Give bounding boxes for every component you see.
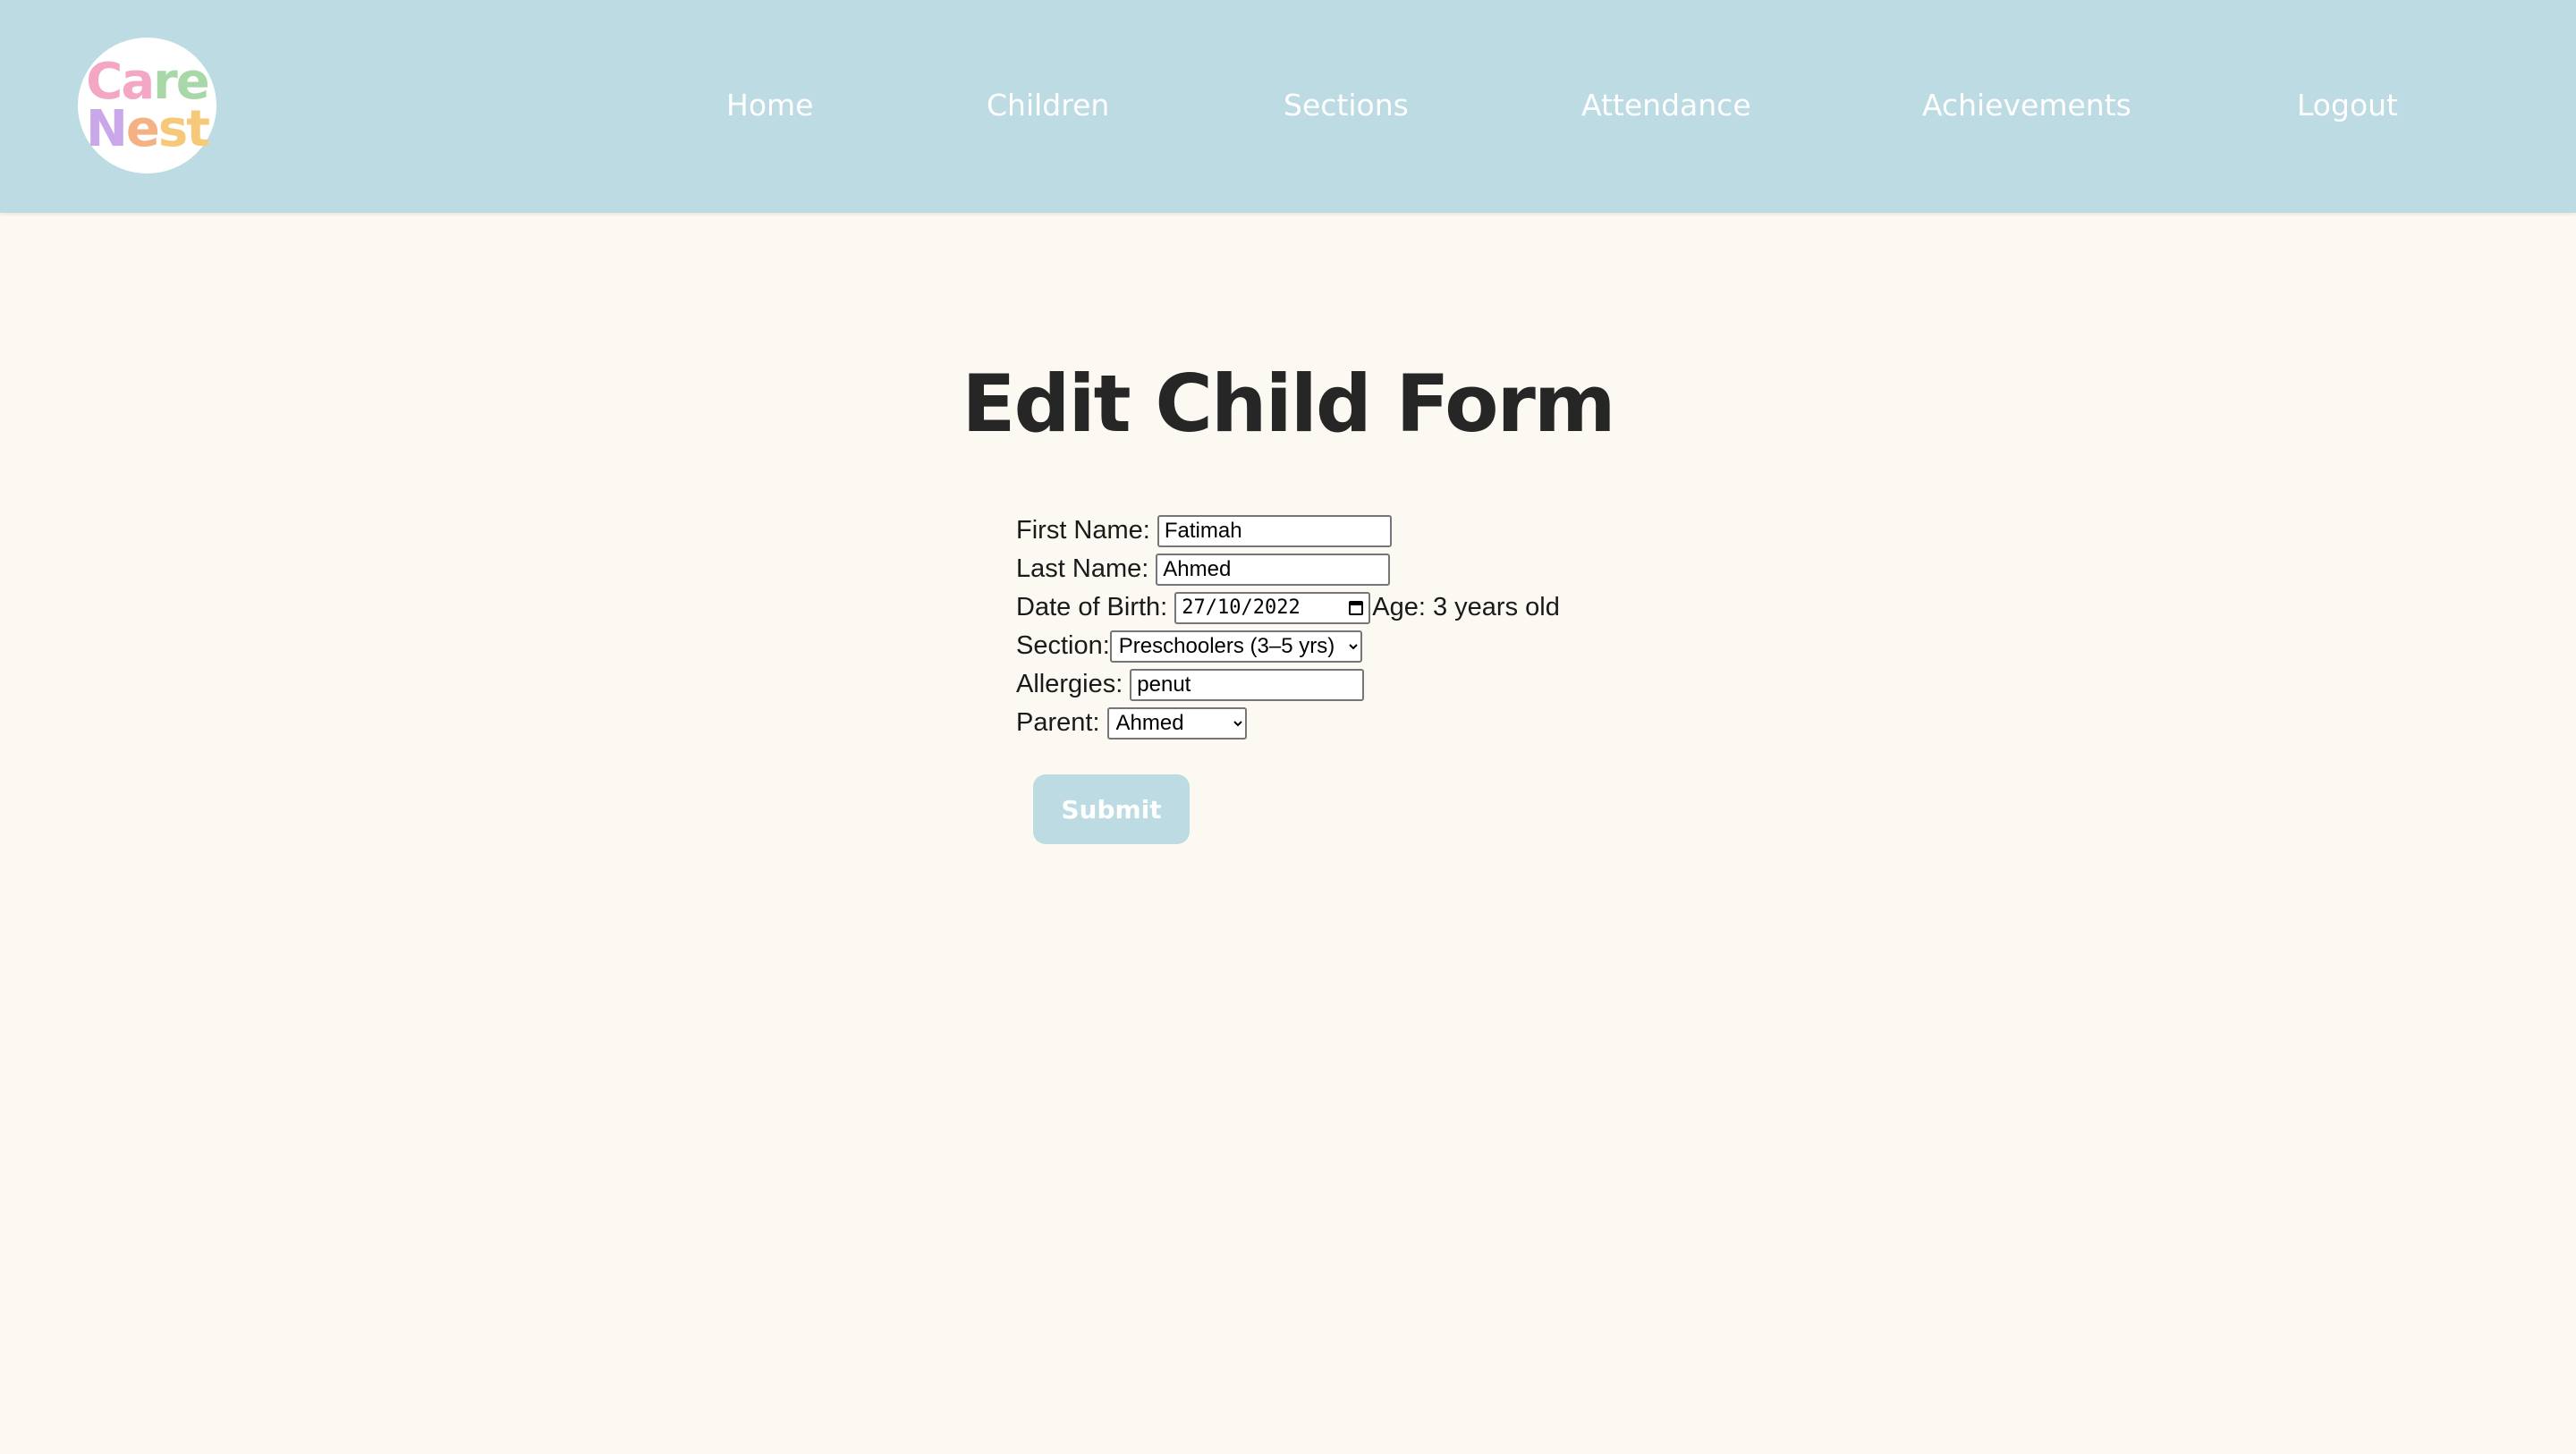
- logo-letter: t: [186, 100, 210, 158]
- age-text: Age: 3 years old: [1372, 593, 1560, 621]
- allergies-input[interactable]: [1130, 668, 1365, 701]
- edit-child-form: First Name: Last Name: Date of Birth: 27…: [1016, 511, 1821, 742]
- nav-link-attendance[interactable]: Attendance: [1581, 88, 1751, 123]
- logo-letter: r: [153, 52, 178, 111]
- last-name-label: Last Name:: [1016, 554, 1149, 583]
- parent-select[interactable]: Ahmed: [1106, 706, 1247, 740]
- logo-word-nest: Nest: [86, 100, 210, 158]
- carenest-logo[interactable]: Care Nest: [78, 38, 216, 173]
- dob-row: Date of Birth: 27/10/2022 Age: 3 years o…: [1016, 588, 1821, 627]
- nav-link-home[interactable]: Home: [726, 88, 813, 123]
- logo-letter: N: [86, 100, 128, 158]
- first-name-label: First Name:: [1016, 516, 1150, 545]
- dob-value: 27/10/2022: [1182, 596, 1301, 619]
- section-row: Section: Preschoolers (3–5 yrs): [1016, 627, 1821, 665]
- logo-letter: C: [86, 52, 123, 111]
- first-name-row: First Name:: [1016, 511, 1821, 550]
- calendar-icon[interactable]: [1349, 600, 1364, 615]
- allergies-label: Allergies:: [1016, 670, 1123, 698]
- section-label: Section:: [1016, 631, 1110, 660]
- allergies-row: Allergies:: [1016, 665, 1821, 704]
- parent-row: Parent: Ahmed: [1016, 704, 1821, 742]
- last-name-input[interactable]: [1156, 553, 1391, 586]
- nav-link-children[interactable]: Children: [987, 88, 1109, 123]
- submit-button[interactable]: Submit: [1033, 774, 1190, 844]
- nav-link-achievements[interactable]: Achievements: [1922, 88, 2131, 123]
- logo-letter: e: [125, 100, 160, 158]
- parent-label: Parent:: [1016, 708, 1100, 737]
- logo-letter: a: [121, 52, 155, 111]
- logo-letter: e: [175, 52, 210, 111]
- last-name-row: Last Name:: [1016, 550, 1821, 588]
- section-select[interactable]: Preschoolers (3–5 yrs): [1109, 630, 1362, 663]
- navbar: Care Nest Home Children Sections Attenda…: [0, 0, 2576, 213]
- logo-word-care: Care: [86, 52, 210, 111]
- logo-letter: s: [157, 100, 188, 158]
- nav-link-sections[interactable]: Sections: [1284, 88, 1409, 123]
- dob-label: Date of Birth:: [1016, 593, 1168, 621]
- dob-date-input[interactable]: 27/10/2022: [1174, 591, 1371, 624]
- first-name-input[interactable]: [1157, 514, 1392, 547]
- page-title: Edit Child Form: [962, 358, 1615, 450]
- nav-link-logout[interactable]: Logout: [2297, 88, 2398, 123]
